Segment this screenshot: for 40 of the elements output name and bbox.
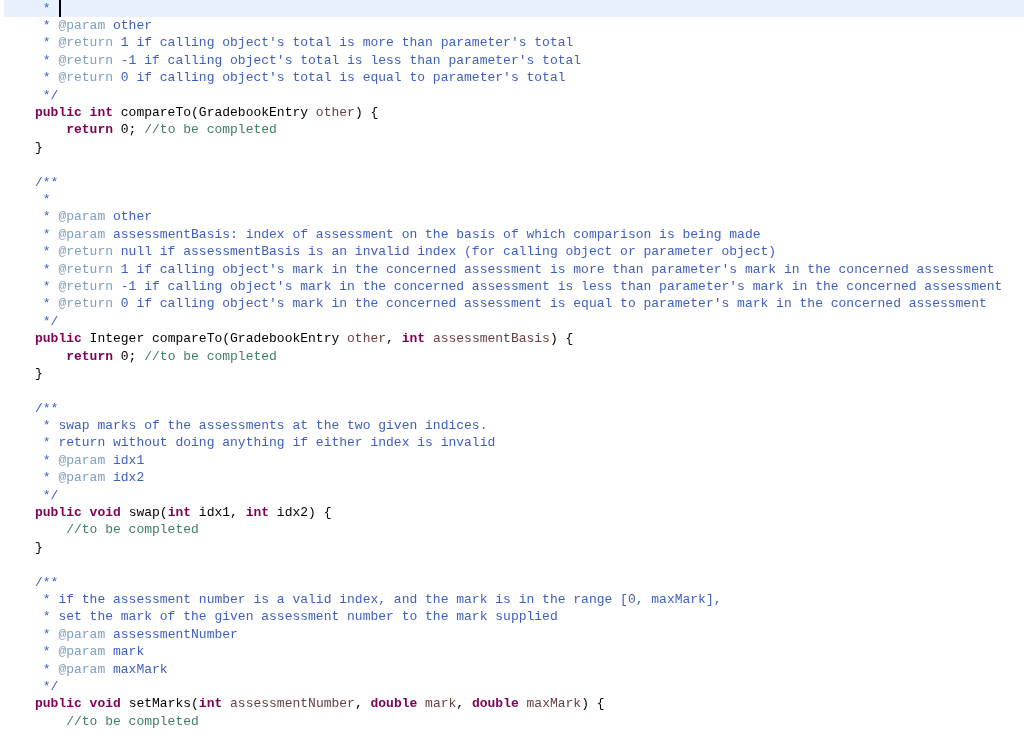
- code-line: /**: [35, 174, 59, 191]
- code-line: /**: [35, 574, 59, 591]
- code-line: * @param other: [41, 18, 153, 35]
- code-line: *: [41, 192, 51, 208]
- code-line: }: [35, 139, 43, 156]
- code-line: * @param assessmentBasis: index of assessment on the basis of which comparison is being made: [41, 226, 761, 243]
- code-line: public int compareTo(GradebookEntry other) {: [35, 105, 379, 122]
- code-line: * @param assessmentNumber: [41, 626, 238, 643]
- code-line: }: [35, 539, 43, 556]
- code-line: * if the assessment number is a valid index, and the mark is in the range [0, maxMark],: [41, 591, 722, 608]
- code-line: return 0; //to be completed: [65, 122, 277, 139]
- code-line: * @return -1 if calling object's total is less than parameter's total: [41, 52, 582, 69]
- code-line: */: [41, 678, 59, 695]
- code-line: * @return 0 if calling object's mark in the concerned assessment is equal to parameter's mark in the concerned assessment: [41, 296, 987, 313]
- code-line: * @return 0 if calling object's total is equal to parameter's total: [41, 70, 566, 87]
- code-line: *: [41, 0, 51, 17]
- code-line: * @return -1 if calling object's mark in the concerned assessment is less than parameter's mark in the concerned assessment: [41, 278, 1003, 295]
- code-line: * @param other: [41, 209, 153, 226]
- code-line: * swap marks of the assessments at the two given indices.: [41, 418, 488, 435]
- code-line: * @return 1 if calling object's total is more than parameter's total: [41, 35, 574, 52]
- code-line: public void swap(int idx1, int idx2) {: [35, 505, 332, 521]
- code-line: * @param mark: [41, 644, 145, 661]
- code-line: * @return null if assessmentBasis is an invalid index (for calling object or parameter object): [41, 244, 777, 261]
- code-line: * @param maxMark: [41, 661, 168, 678]
- code-line: */: [41, 313, 59, 330]
- code-line: public Integer compareTo(GradebookEntry other, int assessmentBasis) {: [35, 331, 574, 348]
- text-cursor: [58, 0, 61, 18]
- code-line: */: [41, 87, 59, 104]
- code-line: * return without doing anything if either index is invalid: [41, 435, 496, 452]
- code-line: //to be completed: [65, 713, 199, 730]
- code-line: /**: [35, 400, 59, 417]
- code-line: * @param idx2: [41, 470, 145, 487]
- code-line: //to be completed: [65, 522, 199, 539]
- code-line: return 0; //to be completed: [65, 348, 277, 365]
- code-line: * @return 1 if calling object's mark in the concerned assessment is more than parameter's mark in the concerned assessment: [41, 261, 995, 278]
- code-line: }: [35, 365, 43, 382]
- code-line: */: [41, 487, 59, 504]
- code-line: * set the mark of the given assessment number to the mark supplied: [41, 609, 558, 626]
- code-line: public void setMarks(int assessmentNumber, double mark, double maxMark) {: [35, 696, 605, 713]
- code-line: * @param idx1: [41, 452, 145, 469]
